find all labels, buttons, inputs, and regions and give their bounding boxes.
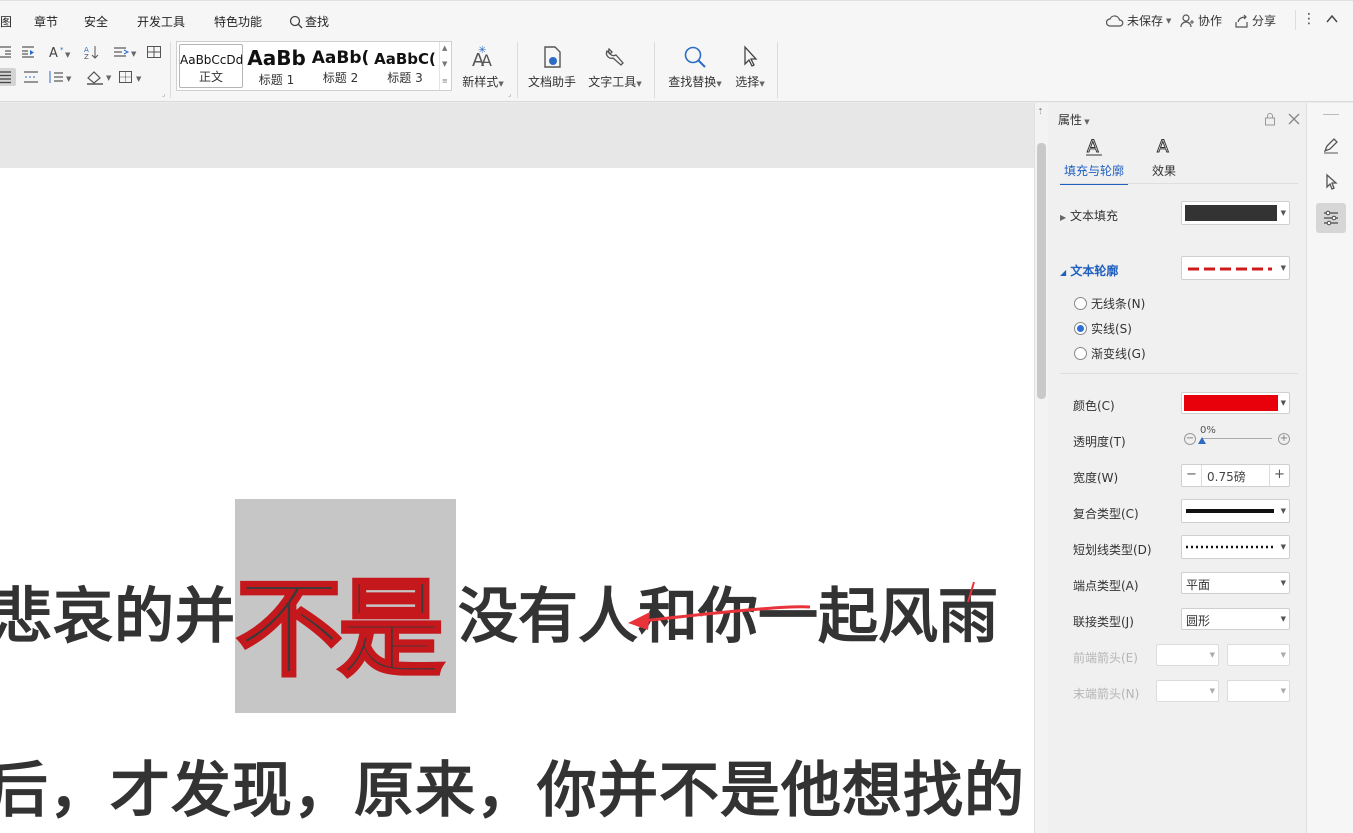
fill-color-swatch bbox=[1185, 205, 1277, 221]
dashed-line-preview bbox=[1188, 267, 1272, 271]
gradient-line-radio[interactable]: 渐变线(G) bbox=[1074, 345, 1146, 362]
text-fill-dropdown[interactable]: ▼ bbox=[1181, 201, 1290, 225]
begin-arrow-label: 前端箭头(E) bbox=[1073, 649, 1138, 666]
begin-arrow-type-dropdown[interactable]: ▼ bbox=[1156, 644, 1219, 666]
cap-type-value: 平面 bbox=[1186, 576, 1210, 593]
cap-type-label: 端点类型(A) bbox=[1073, 577, 1139, 594]
transparency-decrease-button[interactable]: − bbox=[1184, 433, 1196, 445]
right-side-toolbar bbox=[1306, 103, 1353, 833]
user-plus-icon bbox=[1180, 14, 1195, 28]
text-effect-tab-icon: A bbox=[1153, 135, 1175, 157]
dash-type-label: 短划线类型(D) bbox=[1073, 541, 1152, 558]
annotation-arrow bbox=[0, 0, 1034, 833]
unsaved-status[interactable]: 未保存 ▼ bbox=[1106, 12, 1171, 29]
join-type-value: 圆形 bbox=[1186, 612, 1210, 629]
width-decrease-button[interactable]: − bbox=[1182, 465, 1202, 486]
text-fill-tab-icon: A bbox=[1083, 135, 1105, 157]
dash-type-dropdown[interactable]: ▼ bbox=[1181, 535, 1290, 559]
transparency-label: 透明度(T) bbox=[1073, 433, 1126, 450]
cursor-icon bbox=[1322, 173, 1340, 191]
panel-divider bbox=[1060, 183, 1298, 184]
width-label: 宽度(W) bbox=[1073, 469, 1118, 486]
outline-color-dropdown[interactable]: ▼ bbox=[1181, 392, 1290, 414]
radio-circle bbox=[1074, 347, 1087, 360]
share-button[interactable]: 分享 bbox=[1234, 12, 1276, 29]
chevron-down-icon: ▼ bbox=[1166, 17, 1171, 25]
panel-title-text: 属性 bbox=[1058, 113, 1082, 127]
width-stepper: − 0.75磅 + bbox=[1181, 464, 1290, 487]
text-outline-dropdown[interactable]: ▼ bbox=[1181, 256, 1290, 280]
text-outline-section[interactable]: ◢ 文本轮廓 bbox=[1060, 262, 1118, 279]
transparency-increase-button[interactable]: + bbox=[1278, 433, 1290, 445]
more-icon[interactable]: ⋮ bbox=[1302, 11, 1316, 27]
cloud-icon bbox=[1106, 14, 1124, 28]
tab-fill-outline[interactable]: A 填充与轮廓 bbox=[1060, 135, 1128, 185]
join-type-dropdown[interactable]: 圆形 ▼ bbox=[1181, 608, 1290, 630]
compound-type-label: 复合类型(C) bbox=[1073, 505, 1139, 522]
drag-handle-icon bbox=[1323, 114, 1339, 115]
no-line-radio[interactable]: 无线条(N) bbox=[1074, 295, 1145, 312]
outline-color-swatch bbox=[1184, 395, 1278, 411]
share-label: 分享 bbox=[1252, 12, 1276, 29]
collab-button[interactable]: 协作 bbox=[1180, 12, 1222, 29]
join-type-label: 联接类型(J) bbox=[1073, 613, 1134, 630]
no-line-label: 无线条(N) bbox=[1091, 295, 1145, 312]
close-icon[interactable] bbox=[1288, 110, 1300, 129]
select-tool-button[interactable] bbox=[1316, 167, 1346, 197]
radio-circle bbox=[1074, 297, 1087, 310]
text-fill-section[interactable]: ▶ 文本填充 bbox=[1060, 207, 1118, 224]
collapse-ribbon-icon[interactable] bbox=[1325, 11, 1339, 30]
panel-title[interactable]: 属性 ▼ bbox=[1058, 111, 1090, 128]
width-value[interactable]: 0.75磅 bbox=[1207, 468, 1246, 485]
solid-line-label: 实线(S) bbox=[1091, 320, 1132, 337]
tab-effects-label: 效果 bbox=[1144, 162, 1184, 179]
end-arrow-label: 末端箭头(N) bbox=[1073, 685, 1139, 702]
unsaved-label: 未保存 bbox=[1127, 12, 1163, 29]
solid-line-radio[interactable]: 实线(S) bbox=[1074, 320, 1132, 337]
radio-circle-checked bbox=[1074, 322, 1087, 335]
tab-fill-outline-label: 填充与轮廓 bbox=[1060, 162, 1128, 179]
document-scrollbar[interactable]: ⇡ bbox=[1034, 103, 1048, 833]
lock-icon[interactable] bbox=[1264, 111, 1276, 130]
collab-label: 协作 bbox=[1198, 12, 1222, 29]
compound-type-dropdown[interactable]: ▼ bbox=[1181, 499, 1290, 523]
expand-arrow-icon: ▶ bbox=[1060, 213, 1066, 222]
transparency-slider[interactable] bbox=[1202, 438, 1272, 439]
svg-text:A: A bbox=[1157, 137, 1169, 157]
width-increase-button[interactable]: + bbox=[1269, 465, 1289, 486]
properties-tool-button[interactable] bbox=[1316, 203, 1346, 233]
menu-divider bbox=[1295, 10, 1296, 30]
share-icon bbox=[1234, 14, 1249, 28]
pen-icon bbox=[1322, 137, 1340, 155]
pen-tool-button[interactable] bbox=[1316, 131, 1346, 161]
svg-text:A: A bbox=[1087, 137, 1099, 157]
scrollbar-thumb[interactable] bbox=[1037, 143, 1046, 399]
tab-effects[interactable]: A 效果 bbox=[1144, 135, 1184, 179]
cap-type-dropdown[interactable]: 平面 ▼ bbox=[1181, 572, 1290, 594]
transparency-value: 0% bbox=[1200, 425, 1216, 436]
dotted-line-preview bbox=[1186, 545, 1276, 549]
properties-panel: 属性 ▼ A 填充与轮廓 A 效果 ▶ 文本填充 ▼ ◢ 文本轮廓 ▼ 无线条(… bbox=[1048, 103, 1306, 833]
end-arrow-size-dropdown[interactable]: ▼ bbox=[1227, 680, 1290, 702]
end-arrow-type-dropdown[interactable]: ▼ bbox=[1156, 680, 1219, 702]
text-outline-label: 文本轮廓 bbox=[1070, 264, 1118, 278]
color-label: 颜色(C) bbox=[1073, 397, 1115, 414]
text-fill-label: 文本填充 bbox=[1070, 209, 1118, 223]
chevron-up-icon[interactable]: ⇡ bbox=[1037, 107, 1044, 116]
gradient-line-label: 渐变线(G) bbox=[1091, 345, 1146, 362]
begin-arrow-size-dropdown[interactable]: ▼ bbox=[1227, 644, 1290, 666]
transparency-slider-thumb[interactable] bbox=[1198, 437, 1206, 444]
collapse-arrow-icon: ◢ bbox=[1060, 268, 1066, 277]
solid-line-preview bbox=[1186, 509, 1274, 513]
panel-divider bbox=[1060, 373, 1298, 374]
sliders-icon bbox=[1322, 209, 1340, 227]
